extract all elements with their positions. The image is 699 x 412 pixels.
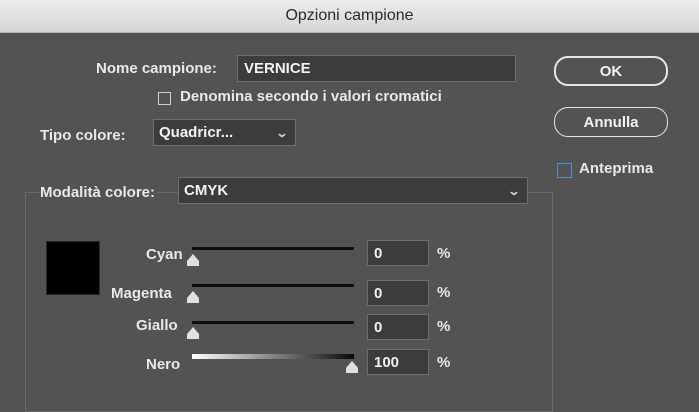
color-mode-group — [25, 192, 553, 412]
color-mode-dropdown[interactable]: CMYK ⌄ — [178, 177, 528, 204]
cancel-button[interactable]: Annulla — [554, 107, 668, 137]
name-by-value-checkbox[interactable] — [158, 92, 171, 105]
color-type-dropdown[interactable]: Quadricr... ⌄ — [153, 119, 296, 146]
swatch-name-value: VERNICE — [244, 60, 311, 77]
color-type-label: Tipo colore: — [40, 127, 126, 144]
preview-label: Anteprima — [579, 160, 654, 177]
swatch-name-label: Nome campione: — [96, 60, 217, 77]
giallo-value: 0 — [374, 318, 383, 336]
swatch-name-input[interactable]: VERNICE — [237, 55, 516, 82]
magenta-slider-thumb[interactable] — [187, 291, 199, 303]
ok-button-label: OK — [599, 62, 623, 80]
chevron-down-icon: ⌄ — [507, 183, 521, 198]
cancel-button-label: Annulla — [583, 113, 639, 131]
giallo-slider-thumb[interactable] — [187, 327, 199, 339]
cyan-slider-track[interactable] — [192, 247, 354, 250]
color-mode-label: Modalità colore: — [40, 184, 158, 201]
preview-checkbox[interactable] — [557, 163, 572, 178]
ok-button[interactable]: OK — [554, 56, 668, 86]
magenta-label: Magenta — [111, 285, 172, 302]
cyan-slider-thumb[interactable] — [187, 254, 199, 266]
cyan-percent: % — [437, 245, 451, 262]
giallo-percent: % — [437, 318, 451, 335]
magenta-slider-track[interactable] — [192, 284, 354, 287]
name-by-value-label: Denomina secondo i valori cromatici — [180, 88, 442, 105]
nero-value-input[interactable]: 100 — [367, 349, 429, 375]
window-title-bar: Opzioni campione — [0, 0, 699, 33]
magenta-value: 0 — [374, 284, 383, 302]
giallo-label: Giallo — [136, 317, 178, 334]
giallo-value-input[interactable]: 0 — [367, 314, 429, 340]
color-type-value: Quadricr... — [159, 124, 234, 141]
cyan-value: 0 — [374, 244, 383, 262]
window-title: Opzioni campione — [285, 7, 414, 24]
color-swatch-preview — [46, 241, 100, 295]
chevron-down-icon: ⌄ — [275, 125, 289, 140]
nero-slider-track[interactable] — [192, 354, 354, 359]
magenta-value-input[interactable]: 0 — [367, 280, 429, 306]
cyan-value-input[interactable]: 0 — [367, 240, 429, 266]
cyan-label: Cyan — [146, 246, 183, 263]
nero-label: Nero — [146, 356, 181, 373]
nero-percent: % — [437, 354, 451, 371]
giallo-slider-track[interactable] — [192, 321, 354, 324]
nero-slider-thumb[interactable] — [346, 361, 358, 373]
magenta-percent: % — [437, 284, 451, 301]
color-mode-value: CMYK — [184, 182, 229, 199]
nero-value: 100 — [374, 353, 400, 371]
